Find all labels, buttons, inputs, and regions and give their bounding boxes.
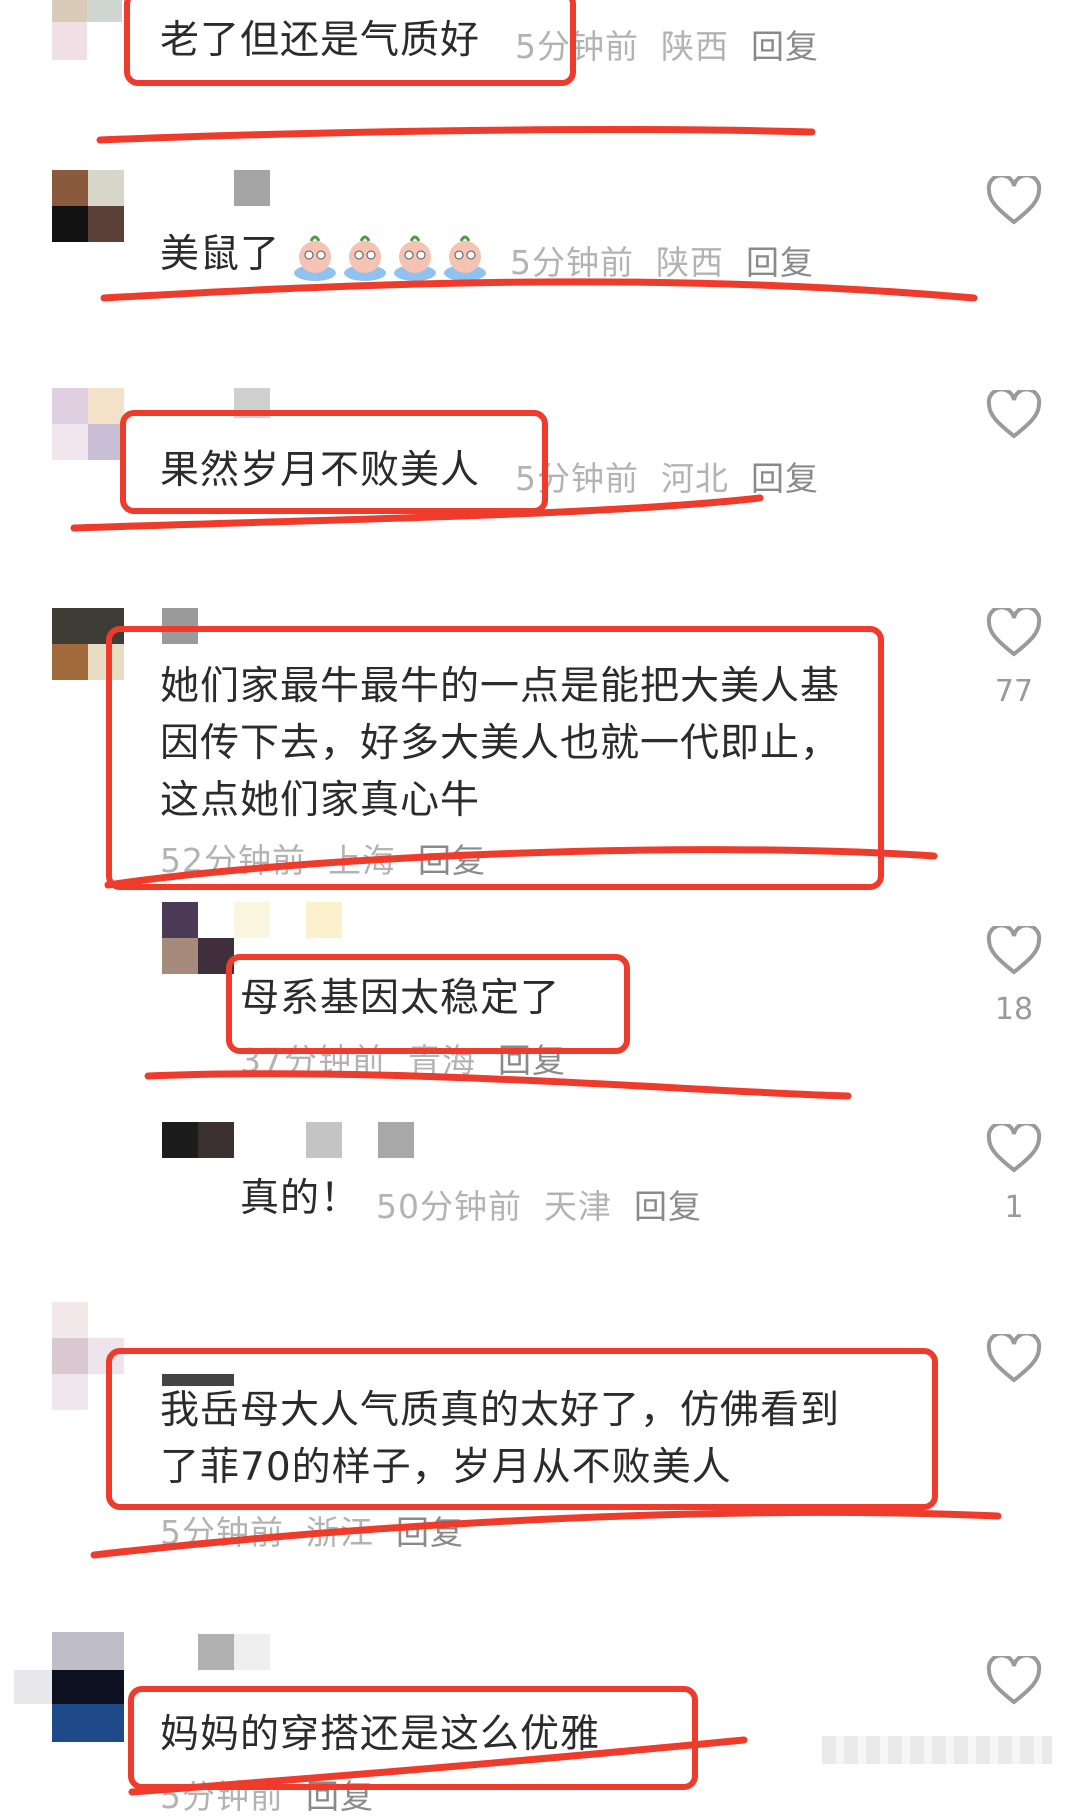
underline <box>100 278 978 302</box>
underline <box>128 1736 748 1796</box>
underline <box>104 846 938 889</box>
underline <box>144 1070 852 1100</box>
red-underlines <box>70 126 1002 1796</box>
underline <box>70 494 764 532</box>
underline <box>90 1508 1002 1559</box>
underline <box>96 126 816 144</box>
